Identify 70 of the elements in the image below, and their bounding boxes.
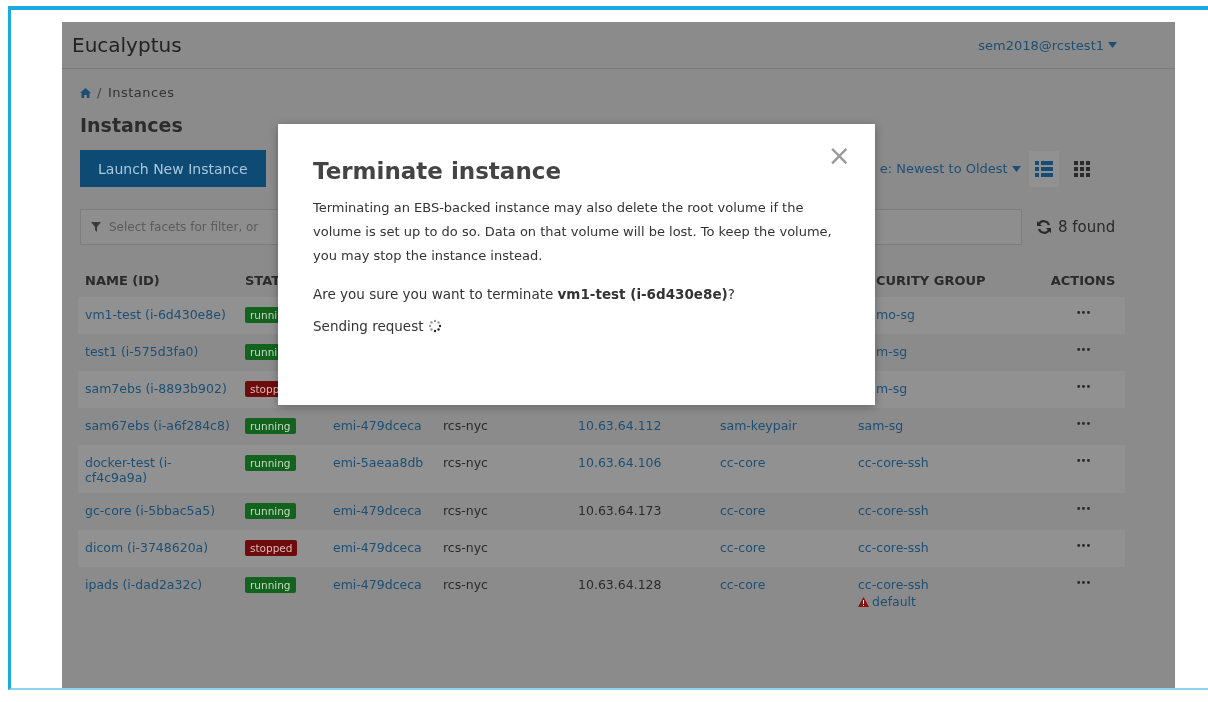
list-icon bbox=[1034, 160, 1053, 177]
refresh-icon[interactable] bbox=[1036, 219, 1052, 235]
actions-menu[interactable]: ••• bbox=[1075, 381, 1091, 392]
status-badge: running bbox=[245, 503, 296, 519]
page-title: Instances bbox=[80, 114, 184, 136]
table-cell[interactable]: cc-core bbox=[720, 577, 766, 592]
security-group-link[interactable]: sam-sg bbox=[858, 418, 904, 433]
security-group-link[interactable]: cc-core-ssh bbox=[858, 577, 929, 592]
security-group-link[interactable]: cc-core-ssh bbox=[858, 455, 929, 470]
instance-link[interactable]: gc-core (i-5bbac5a5) bbox=[85, 503, 216, 518]
status-badge: running bbox=[245, 418, 296, 434]
launch-button[interactable]: Launch New Instance bbox=[80, 150, 266, 187]
security-group-link[interactable]: cc-core-ssh bbox=[858, 540, 929, 555]
user-menu[interactable]: sem2018@rcstest1 bbox=[978, 37, 1117, 53]
ip-address: 10.63.64.128 bbox=[578, 577, 662, 592]
caret-icon bbox=[1011, 165, 1021, 172]
table-cell: rcs-nyc bbox=[443, 577, 488, 592]
table-cell: rcs-nyc bbox=[443, 455, 488, 470]
confirm-question: Are you sure you want to terminate vm1-test (i-6d430e8e)? bbox=[313, 286, 736, 302]
result-count: 8 found bbox=[1058, 218, 1116, 236]
table-cell[interactable]: emi-479dceca bbox=[333, 577, 422, 592]
dialog-title: Terminate instance bbox=[313, 158, 562, 184]
filter-icon bbox=[91, 222, 101, 232]
home-icon[interactable] bbox=[80, 87, 91, 98]
actions-menu[interactable]: ••• bbox=[1075, 455, 1091, 466]
status-text: Sending request bbox=[313, 318, 424, 334]
instance-link[interactable]: sam67ebs (i-a6f284c8) bbox=[85, 418, 230, 433]
status-badge: running bbox=[245, 455, 296, 471]
instance-link[interactable]: ipads (i-dad2a32c) bbox=[85, 577, 203, 592]
column-header: CURITY GROUP bbox=[876, 273, 986, 288]
table-cell[interactable]: cc-core bbox=[720, 455, 766, 470]
table-cell: rcs-nyc bbox=[443, 503, 488, 518]
actions-menu[interactable]: ••• bbox=[1075, 307, 1091, 318]
instance-link[interactable]: test1 (i-575d3fa0) bbox=[85, 344, 199, 359]
table-cell[interactable]: cc-core bbox=[720, 503, 766, 518]
actions-menu[interactable]: ••• bbox=[1075, 344, 1091, 355]
dialog-message: Terminating an EBS-backed instance may also delete the root volume if the volume is set up to do so. Data on that volume will be lost. To keep the volume, you may stop the instance instead. bbox=[313, 199, 833, 265]
ip-address[interactable]: 10.63.64.106 bbox=[578, 455, 662, 470]
table-cell: rcs-nyc bbox=[443, 540, 488, 555]
breadcrumb-item: Instances bbox=[107, 85, 175, 100]
table-cell[interactable]: sam-keypair bbox=[720, 418, 797, 433]
actions-menu[interactable]: ••• bbox=[1075, 577, 1091, 588]
security-group-link[interactable]: cc-core-ssh bbox=[858, 503, 929, 518]
grid-icon bbox=[1073, 160, 1090, 177]
warning-icon bbox=[858, 596, 869, 607]
status-badge: stopped bbox=[245, 540, 298, 556]
security-group-link[interactable]: default bbox=[872, 594, 916, 609]
breadcrumb-separator: / bbox=[97, 85, 102, 100]
security-group-link[interactable]: mo-sg bbox=[876, 307, 915, 322]
sort-menu[interactable]: e: Newest to Oldest bbox=[879, 161, 1021, 176]
actions-menu[interactable]: ••• bbox=[1075, 418, 1091, 429]
ip-address: 10.63.64.173 bbox=[578, 503, 662, 518]
table-cell[interactable]: emi-479dceca bbox=[333, 503, 422, 518]
security-group-link[interactable]: m-sg bbox=[876, 381, 908, 396]
column-header: NAME (ID) bbox=[85, 273, 160, 288]
ip-address[interactable]: 10.63.64.112 bbox=[578, 418, 662, 433]
close-button[interactable]: × bbox=[827, 142, 851, 170]
actions-menu[interactable]: ••• bbox=[1075, 503, 1091, 514]
actions-menu[interactable]: ••• bbox=[1075, 540, 1091, 551]
list-view-button[interactable] bbox=[1028, 150, 1059, 187]
app-brand[interactable]: Eucalyptus bbox=[72, 33, 182, 57]
caret-icon bbox=[1108, 42, 1117, 48]
table-cell: rcs-nyc bbox=[443, 418, 488, 433]
column-header: STAT bbox=[245, 273, 281, 288]
spinner-icon bbox=[427, 319, 442, 333]
table-cell[interactable]: cc-core bbox=[720, 540, 766, 555]
table-cell[interactable]: emi-479dceca bbox=[333, 418, 422, 433]
column-header: ACTIONS bbox=[1050, 273, 1116, 288]
status-badge: running bbox=[245, 577, 296, 593]
security-group-link[interactable]: m-sg bbox=[876, 344, 908, 359]
